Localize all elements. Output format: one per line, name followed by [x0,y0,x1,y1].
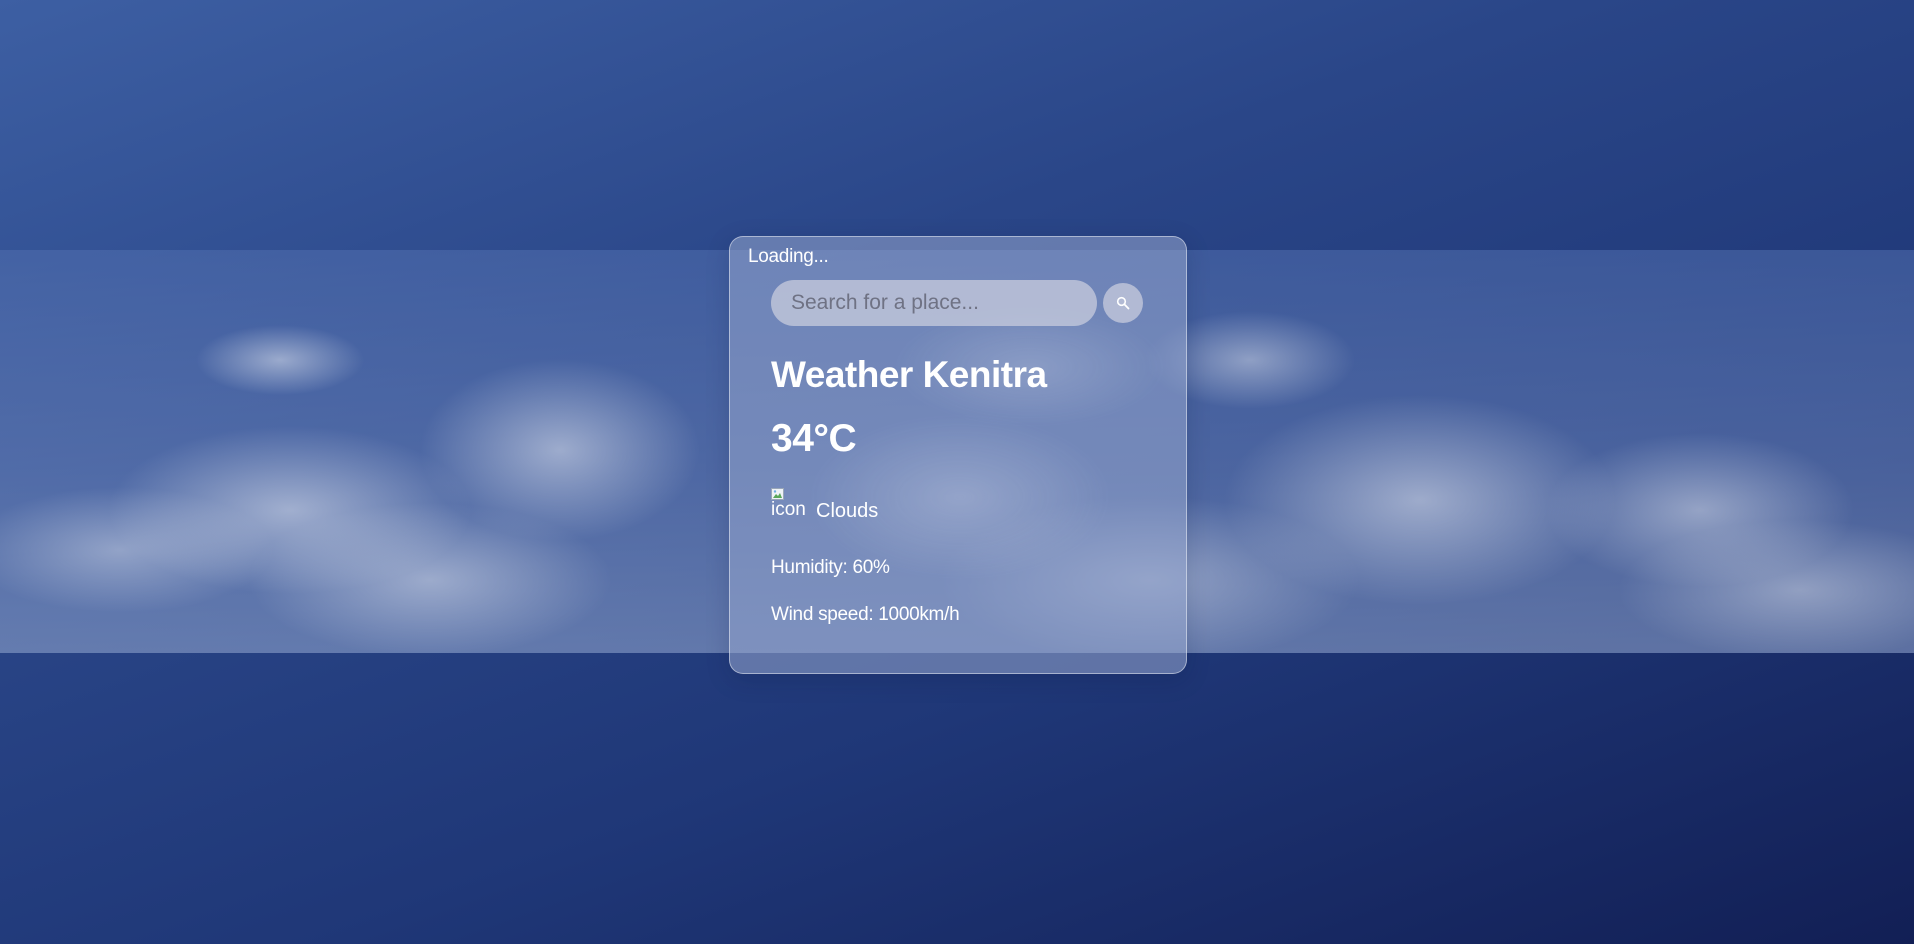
humidity-value: Humidity: 60% [771,557,890,578]
loading-status: Loading... [748,246,829,267]
search-button[interactable] [1103,283,1143,323]
weather-card: Loading... Weather Kenitra 34°C icon Clo… [729,236,1187,674]
weather-description: Clouds [816,500,879,522]
search-icon [1116,296,1130,310]
city-title: Weather Kenitra [771,354,1047,395]
weather-icon-alt-text: icon [771,499,806,520]
search-input[interactable] [771,280,1097,326]
temperature-value: 34°C [771,417,857,460]
weather-condition-row: icon Clouds [771,488,878,532]
wind-speed-value: Wind speed: 1000km/h [771,604,960,625]
weather-icon: icon [771,488,807,532]
